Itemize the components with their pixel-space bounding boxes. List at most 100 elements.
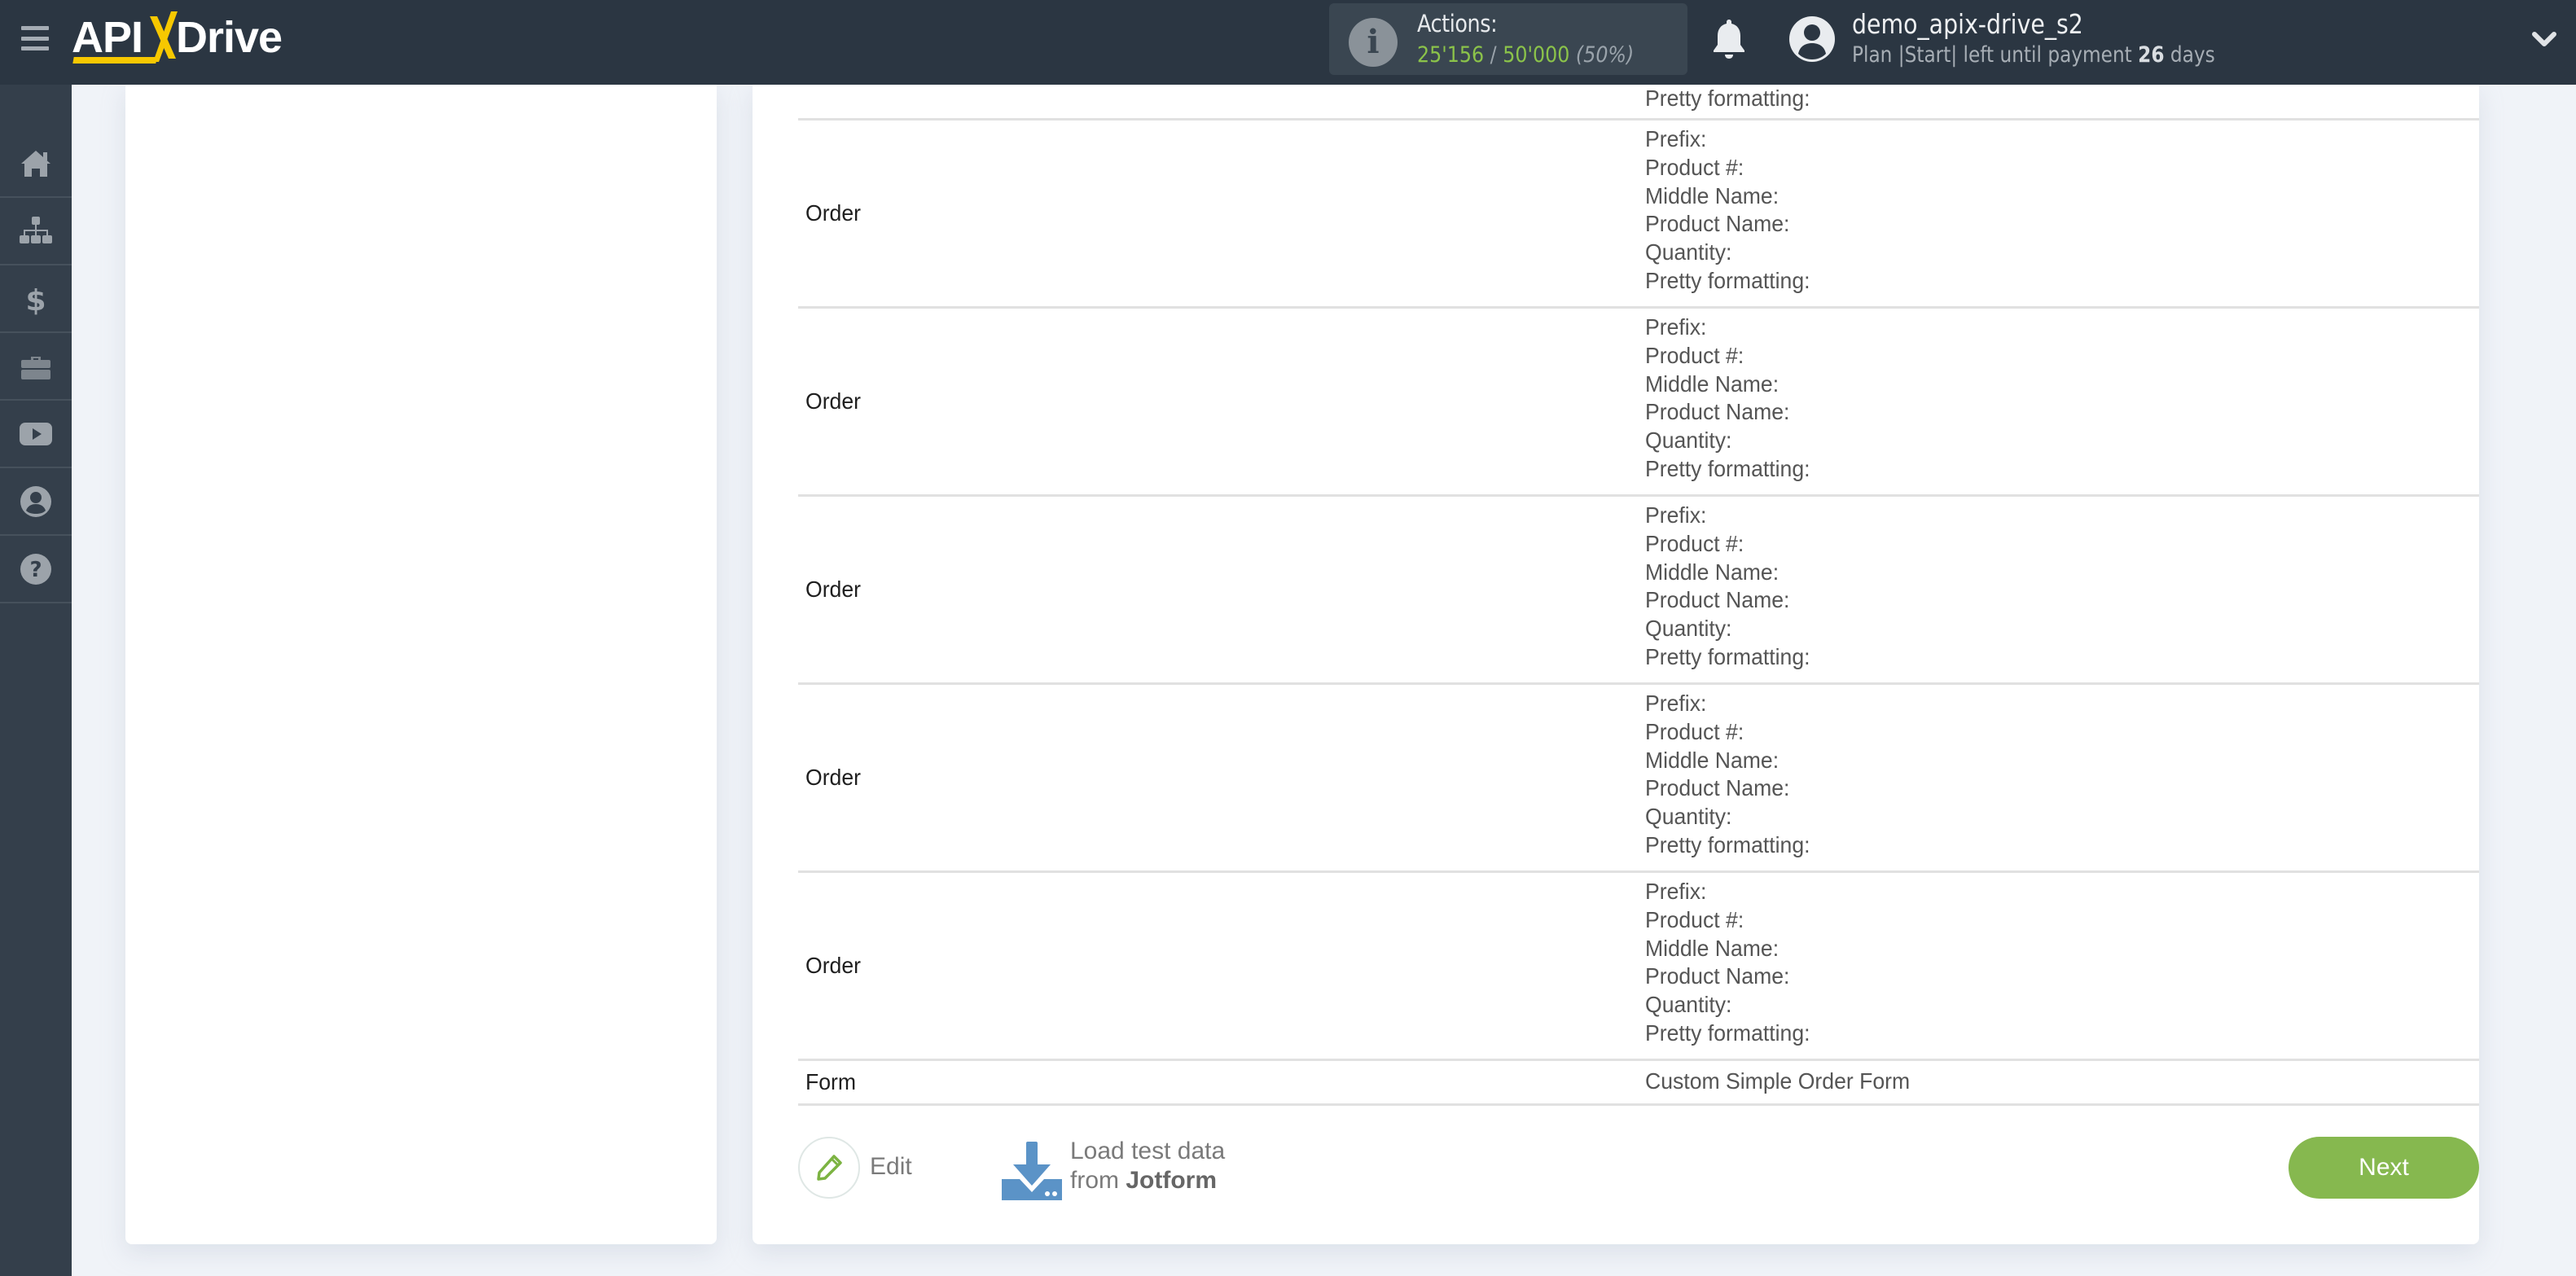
value-line: Pretty formatting: <box>1645 267 1810 293</box>
value-line: Prefix: <box>1645 879 1707 904</box>
value-line: Product Name: <box>1645 211 1790 237</box>
load-line-2: from Jotform <box>1070 1166 1225 1195</box>
logo-drive-text: Drive <box>176 13 283 62</box>
row-label: Order <box>805 388 861 414</box>
logo-underline <box>72 57 157 64</box>
value-line: Product Name: <box>1645 587 1790 613</box>
table-row: Order Prefix: Product #: Middle Name: Pr… <box>798 685 2479 873</box>
question-circle-icon: ? <box>20 553 51 585</box>
sidebar-item-help[interactable]: ? <box>0 536 72 603</box>
value-line: Pretty formatting: <box>1645 643 1810 669</box>
plan-info: Plan |Start| left until payment 26 days <box>1852 42 2215 68</box>
value-line: Product #: <box>1645 154 1744 180</box>
svg-text:$: $ <box>25 284 46 317</box>
hamburger-menu-icon[interactable] <box>21 26 49 50</box>
plan-days: 26 <box>2138 42 2165 68</box>
row-values: Prefix: Product #: Middle Name: Product … <box>1645 690 1819 860</box>
sidebar-item-billing[interactable]: $ <box>0 265 72 333</box>
value-line: Prefix: <box>1645 691 1707 716</box>
svg-text:?: ? <box>29 558 42 582</box>
load-test-data-button[interactable]: Load test data from Jotform <box>998 1137 1259 1202</box>
bell-icon[interactable] <box>1710 18 1748 60</box>
edit-button[interactable] <box>798 1137 860 1199</box>
logo-x-mark <box>150 11 178 62</box>
value-line: Middle Name: <box>1645 371 1780 397</box>
load-line-1: Load test data <box>1070 1138 1226 1164</box>
value-line: Middle Name: <box>1645 747 1780 773</box>
actions-percent: (50%) <box>1575 42 1635 68</box>
sidebar: $ ? <box>0 85 72 1276</box>
load-source: Jotform <box>1126 1167 1218 1194</box>
value-line: Prefix: <box>1645 126 1707 151</box>
load-from: from <box>1070 1167 1126 1194</box>
apixdrive-logo[interactable]: API Drive <box>72 11 300 70</box>
row-values: Custom Simple Order Form <box>1645 1068 1924 1096</box>
briefcase-icon <box>21 356 50 379</box>
actions-counter[interactable]: i Actions: 25'156 / 50'000 (50%) <box>1329 3 1687 75</box>
user-avatar-icon[interactable] <box>1788 15 1836 64</box>
row-values: Prefix: Product #: Middle Name: Product … <box>1645 878 1819 1048</box>
sidebar-item-videos[interactable] <box>0 401 72 468</box>
chevron-down-icon[interactable] <box>2531 29 2557 49</box>
download-icon <box>1002 1142 1062 1200</box>
actions-label: Actions: <box>1417 10 1498 37</box>
dollar-icon: $ <box>25 284 46 317</box>
edit-label[interactable]: Edit <box>870 1153 912 1181</box>
table-row-form: Form Custom Simple Order Form <box>798 1061 2479 1106</box>
left-panel <box>125 85 717 1244</box>
table-row: Order Prefix: Product #: Middle Name: Pr… <box>798 497 2479 685</box>
value-line: Middle Name: <box>1645 182 1780 208</box>
value-line: Product Name: <box>1645 963 1790 989</box>
pencil-icon <box>817 1155 842 1181</box>
row-label: Order <box>805 200 861 226</box>
username[interactable]: demo_apix-drive_s2 <box>1852 8 2083 40</box>
value-line: Pretty formatting: <box>1645 86 1810 111</box>
row-label: Form <box>805 1069 857 1094</box>
sidebar-item-account[interactable] <box>0 468 72 536</box>
main-panel: Pretty formatting: Order Prefix: Product… <box>753 85 2479 1244</box>
sidebar-item-connections[interactable] <box>0 198 72 265</box>
value-line: Quantity: <box>1645 428 1732 454</box>
value-line: Quantity: <box>1645 992 1732 1018</box>
table-row: Order Prefix: Product #: Middle Name: Pr… <box>798 121 2479 309</box>
value-line: Pretty formatting: <box>1645 455 1810 481</box>
plan-days-suffix: days <box>2164 42 2215 68</box>
form-name-value: Custom Simple Order Form <box>1645 1068 1911 1094</box>
value-line: Middle Name: <box>1645 935 1780 961</box>
plan-prefix: Plan |Start| left until payment <box>1852 42 2139 68</box>
row-values: Prefix: Product #: Middle Name: Product … <box>1645 125 1819 296</box>
table-row: Order Prefix: Product #: Middle Name: Pr… <box>798 873 2479 1061</box>
top-header: API Drive i Actions: 25'156 / 50'000 (50… <box>0 0 2576 85</box>
actions-separator: / <box>1484 42 1503 68</box>
value-line: Prefix: <box>1645 502 1707 528</box>
value-line: Product Name: <box>1645 399 1790 425</box>
value-line: Product #: <box>1645 530 1744 556</box>
row-values: Prefix: Product #: Middle Name: Product … <box>1645 314 1819 484</box>
value-line: Quantity: <box>1645 616 1732 642</box>
load-test-data-label: Load test data from Jotform <box>1070 1137 1225 1195</box>
value-line: Product Name: <box>1645 775 1790 801</box>
value-line: Prefix: <box>1645 314 1707 340</box>
row-values: Pretty formatting: <box>1645 85 1819 113</box>
value-line: Quantity: <box>1645 239 1732 265</box>
actions-total: 50'000 <box>1503 42 1570 68</box>
value-line: Quantity: <box>1645 804 1732 830</box>
home-icon <box>21 150 50 177</box>
row-label: Order <box>805 953 861 978</box>
logo-api-text: API <box>72 13 143 62</box>
value-line: Product #: <box>1645 906 1744 932</box>
user-circle-icon <box>20 485 51 517</box>
table-row: Order Prefix: Product #: Middle Name: Pr… <box>798 309 2479 497</box>
sidebar-item-home[interactable] <box>0 130 72 198</box>
sidebar-item-tools[interactable] <box>0 333 72 401</box>
table-row-partial: Pretty formatting: <box>798 85 2479 121</box>
value-line: Product #: <box>1645 718 1744 744</box>
row-label: Order <box>805 577 861 602</box>
actions-used: 25'156 <box>1417 42 1485 68</box>
row-values: Prefix: Product #: Middle Name: Product … <box>1645 502 1819 672</box>
value-line: Pretty formatting: <box>1645 831 1810 857</box>
youtube-icon <box>20 422 52 445</box>
next-button[interactable]: Next <box>2289 1137 2479 1199</box>
value-line: Middle Name: <box>1645 559 1780 585</box>
